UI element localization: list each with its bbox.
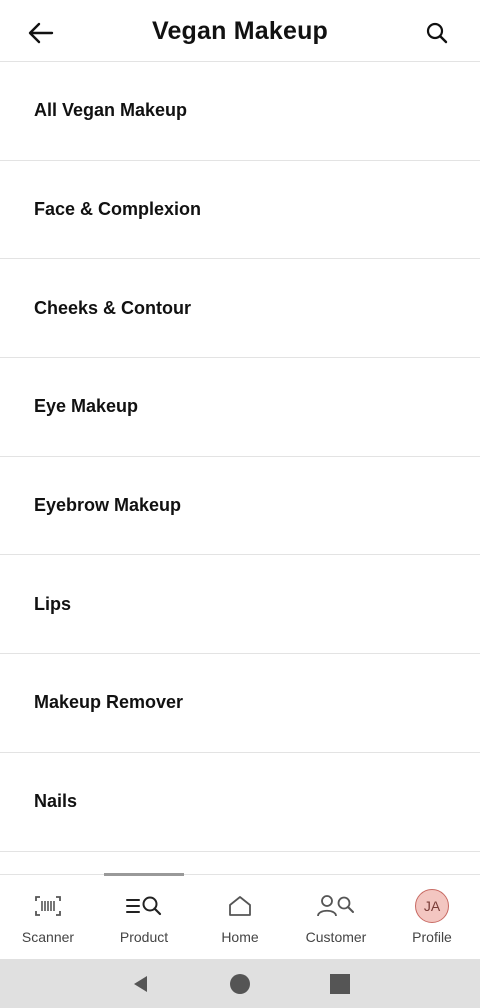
category-item[interactable]: Cheeks & Contour <box>0 259 480 359</box>
nav-label: Scanner <box>21 929 75 945</box>
nav-home[interactable]: Home <box>192 875 288 959</box>
category-item[interactable]: Eyebrow Makeup <box>0 457 480 556</box>
nav-profile[interactable]: JA Profile <box>384 875 480 959</box>
category-label: Lips <box>34 593 72 614</box>
search-icon <box>426 22 448 44</box>
nav-label: Profile <box>412 929 452 945</box>
system-back-button[interactable] <box>120 964 160 1004</box>
nav-label: Product <box>119 929 169 945</box>
nav-product[interactable]: Product <box>96 873 192 959</box>
category-label: All Vegan Makeup <box>34 100 188 121</box>
triangle-back-icon <box>134 975 147 992</box>
home-icon <box>229 896 251 916</box>
circle-home-icon <box>230 973 250 994</box>
nav-label: Home <box>221 929 259 945</box>
category-label: Makeup Remover <box>34 692 184 713</box>
category-label: Eyebrow Makeup <box>34 495 182 516</box>
category-label: Eye Makeup <box>34 396 139 417</box>
category-label: Cheeks & Contour <box>34 297 192 318</box>
avatar: JA <box>415 889 449 923</box>
category-item[interactable]: Eye Makeup <box>0 358 480 457</box>
nav-customer[interactable]: Customer <box>288 875 384 959</box>
category-label: Nails <box>34 791 78 812</box>
category-item[interactable]: Makeup Remover <box>0 654 480 753</box>
category-item[interactable]: All Vegan Makeup <box>0 62 480 161</box>
category-list: All Vegan Makeup Face & Complexion Cheek… <box>0 62 480 852</box>
category-label: Face & Complexion <box>34 199 202 220</box>
app-header: Vegan Makeup <box>0 0 480 62</box>
barcode-scanner-icon <box>35 896 61 916</box>
category-item[interactable]: Face & Complexion <box>0 161 480 260</box>
system-navigation-bar <box>0 959 480 1008</box>
category-item[interactable]: Lips <box>0 555 480 655</box>
product-search-icon <box>126 896 162 916</box>
system-recents-button[interactable] <box>320 964 360 1004</box>
nav-label: Customer <box>305 929 367 945</box>
search-button[interactable] <box>420 16 454 50</box>
square-recents-icon <box>330 973 350 994</box>
nav-scanner[interactable]: Scanner <box>0 875 96 959</box>
bottom-navigation: Scanner Product Home Customer JA Profile <box>0 873 480 959</box>
customer-search-icon <box>317 895 354 917</box>
page-title: Vegan Makeup <box>151 17 329 45</box>
category-item[interactable]: Nails <box>0 753 480 852</box>
system-home-button[interactable] <box>220 964 260 1004</box>
